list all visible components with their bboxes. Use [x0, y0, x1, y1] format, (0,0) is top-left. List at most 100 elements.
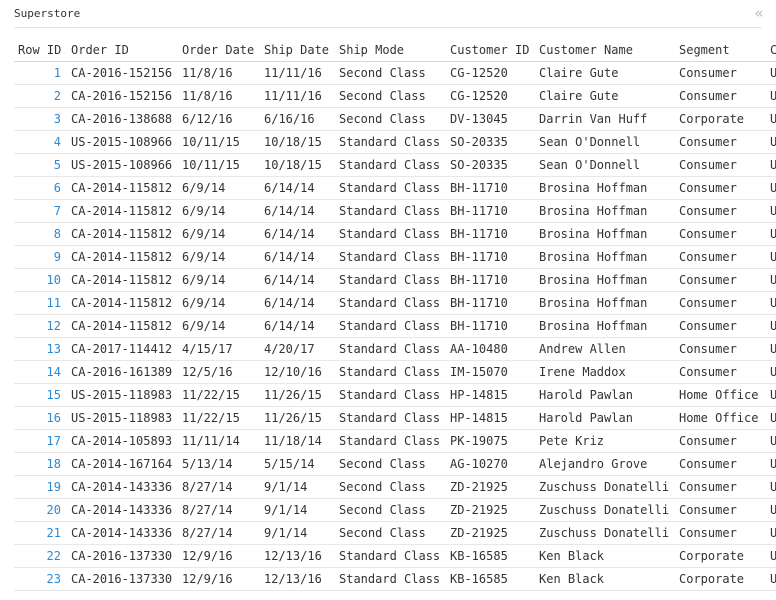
table-row[interactable]: 9 CA-2014-115812 6/9/14 6/14/14 Standard Cla… — [14, 245, 776, 269]
cell-order-id: CA-2014-115812 — [67, 268, 178, 292]
cell-customer-name: Ken Black — [535, 567, 675, 591]
column-header-order-id[interactable]: Order ID — [67, 38, 178, 62]
cell-row-id[interactable]: 4 — [14, 130, 67, 154]
cell-customer-name: Darrin Van Huff — [535, 107, 675, 131]
table-row[interactable]: 11 CA-2014-115812 6/9/14 6/14/14 Standard Cl… — [14, 291, 776, 315]
cell-customer-id: KB-16585 — [446, 567, 535, 591]
column-header-row-id[interactable]: Row ID — [14, 38, 67, 62]
cell-customer-name: Brosina Hoffman — [535, 245, 675, 269]
table-row[interactable]: 5 US-2015-108966 10/11/15 10/18/15 Standard … — [14, 153, 776, 177]
cell-order-date: 8/27/14 — [178, 521, 260, 545]
cell-ship-mode: Standard Class — [335, 199, 446, 223]
table-row[interactable]: 18 CA-2014-167164 5/13/14 5/15/14 Second Cla… — [14, 452, 776, 476]
table-row[interactable]: 21 CA-2014-143336 8/27/14 9/1/14 Second Clas… — [14, 521, 776, 545]
cell-order-id: CA-2014-143336 — [67, 521, 178, 545]
cell-row-id[interactable]: 11 — [14, 291, 67, 315]
cell-customer-name: Sean O'Donnell — [535, 153, 675, 177]
cell-order-id: CA-2014-105893 — [67, 429, 178, 453]
cell-ship-mode: Standard Class — [335, 130, 446, 154]
table-row[interactable]: 13 CA-2017-114412 4/15/17 4/20/17 Standard C… — [14, 337, 776, 361]
cell-ship-mode: Standard Class — [335, 245, 446, 269]
cell-ship-date: 11/11/16 — [260, 61, 335, 85]
table-row[interactable]: 23 CA-2016-137330 12/9/16 12/13/16 Standard … — [14, 567, 776, 591]
cell-order-id: CA-2014-115812 — [67, 314, 178, 338]
cell-row-id[interactable]: 16 — [14, 406, 67, 430]
cell-customer-name: Harold Pawlan — [535, 406, 675, 430]
cell-order-id: CA-2014-143336 — [67, 498, 178, 522]
cell-row-id[interactable]: 19 — [14, 475, 67, 499]
cell-segment: Consumer — [675, 475, 766, 499]
table-row[interactable]: 19 CA-2014-143336 8/27/14 9/1/14 Second Clas… — [14, 475, 776, 499]
cell-segment: Consumer — [675, 199, 766, 223]
cell-customer-name: Zuschuss Donatelli — [535, 475, 675, 499]
column-header-segment[interactable]: Segment — [675, 38, 766, 62]
double-chevron-left-icon[interactable]: « — [750, 3, 768, 23]
cell-country: United States — [766, 498, 776, 522]
cell-customer-name: Irene Maddox — [535, 360, 675, 384]
cell-ship-date: 12/13/16 — [260, 567, 335, 591]
cell-row-id[interactable]: 5 — [14, 153, 67, 177]
table-row[interactable]: 12 CA-2014-115812 6/9/14 6/14/14 Standard Cl… — [14, 314, 776, 338]
cell-customer-name: Pete Kriz — [535, 429, 675, 453]
cell-row-id[interactable]: 20 — [14, 498, 67, 522]
cell-row-id[interactable]: 21 — [14, 521, 67, 545]
cell-row-id[interactable]: 18 — [14, 452, 67, 476]
cell-ship-date: 4/20/17 — [260, 337, 335, 361]
column-header-ship-mode[interactable]: Ship Mode — [335, 38, 446, 62]
cell-ship-date: 6/14/14 — [260, 176, 335, 200]
cell-ship-date: 10/18/15 — [260, 153, 335, 177]
table-row[interactable]: 3 CA-2016-138688 6/12/16 6/16/16 Second Clas… — [14, 107, 776, 131]
cell-ship-date: 5/15/14 — [260, 452, 335, 476]
cell-row-id[interactable]: 9 — [14, 245, 67, 269]
column-header-ship-date[interactable]: Ship Date — [260, 38, 335, 62]
table-row[interactable]: 22 CA-2016-137330 12/9/16 12/13/16 Standard … — [14, 544, 776, 568]
cell-row-id[interactable]: 15 — [14, 383, 67, 407]
cell-customer-id: SO-20335 — [446, 130, 535, 154]
table-row[interactable]: 10 CA-2014-115812 6/9/14 6/14/14 Standard Cl… — [14, 268, 776, 292]
cell-row-id[interactable]: 13 — [14, 337, 67, 361]
cell-row-id[interactable]: 10 — [14, 268, 67, 292]
cell-customer-name: Brosina Hoffman — [535, 199, 675, 223]
table-row[interactable]: 15 US-2015-118983 11/22/15 11/26/15 Standard… — [14, 383, 776, 407]
cell-row-id[interactable]: 6 — [14, 176, 67, 200]
cell-customer-name: Harold Pawlan — [535, 383, 675, 407]
cell-segment: Consumer — [675, 314, 766, 338]
table-row[interactable]: 20 CA-2014-143336 8/27/14 9/1/14 Second Clas… — [14, 498, 776, 522]
cell-row-id[interactable]: 17 — [14, 429, 67, 453]
table-row[interactable]: 8 CA-2014-115812 6/9/14 6/14/14 Standard Cla… — [14, 222, 776, 246]
cell-row-id[interactable]: 7 — [14, 199, 67, 223]
cell-country: United States — [766, 521, 776, 545]
cell-row-id[interactable]: 12 — [14, 314, 67, 338]
table-row[interactable]: 6 CA-2014-115812 6/9/14 6/14/14 Standard Cla… — [14, 176, 776, 200]
table-row[interactable]: 14 CA-2016-161389 12/5/16 12/10/16 Standard … — [14, 360, 776, 384]
cell-order-date: 12/9/16 — [178, 567, 260, 591]
cell-ship-date: 11/11/16 — [260, 84, 335, 108]
cell-ship-mode: Standard Class — [335, 406, 446, 430]
cell-order-id: US-2015-108966 — [67, 130, 178, 154]
cell-order-id: CA-2016-161389 — [67, 360, 178, 384]
cell-row-id[interactable]: 3 — [14, 107, 67, 131]
table-row[interactable]: 1 CA-2016-152156 11/8/16 11/11/16 Second Cla… — [14, 61, 776, 85]
cell-row-id[interactable]: 2 — [14, 84, 67, 108]
cell-order-id: CA-2016-138688 — [67, 107, 178, 131]
table-row[interactable]: 16 US-2015-118983 11/22/15 11/26/15 Standard… — [14, 406, 776, 430]
table-row[interactable]: 17 CA-2014-105893 11/11/14 11/18/14 Standard… — [14, 429, 776, 453]
table-row[interactable]: 7 CA-2014-115812 6/9/14 6/14/14 Standard Cla… — [14, 199, 776, 223]
cell-ship-mode: Standard Class — [335, 291, 446, 315]
cell-row-id[interactable]: 14 — [14, 360, 67, 384]
cell-country: United States — [766, 544, 776, 568]
cell-row-id[interactable]: 23 — [14, 567, 67, 591]
cell-row-id[interactable]: 22 — [14, 544, 67, 568]
title-divider — [14, 27, 762, 28]
cell-ship-date: 6/14/14 — [260, 199, 335, 223]
column-header-customer-name[interactable]: Customer Name — [535, 38, 675, 62]
table-row[interactable]: 4 US-2015-108966 10/11/15 10/18/15 Standard … — [14, 130, 776, 154]
column-header-customer-id[interactable]: Customer ID — [446, 38, 535, 62]
cell-row-id[interactable]: 8 — [14, 222, 67, 246]
data-table-container[interactable]: Row ID Order ID Order Date Ship Date Ship Mo… — [14, 38, 776, 600]
table-row[interactable]: 2 CA-2016-152156 11/8/16 11/11/16 Second Cla… — [14, 84, 776, 108]
column-header-country[interactable]: Country — [766, 38, 776, 62]
cell-row-id[interactable]: 1 — [14, 61, 67, 85]
column-header-order-date[interactable]: Order Date — [178, 38, 260, 62]
cell-customer-id: BH-11710 — [446, 245, 535, 269]
